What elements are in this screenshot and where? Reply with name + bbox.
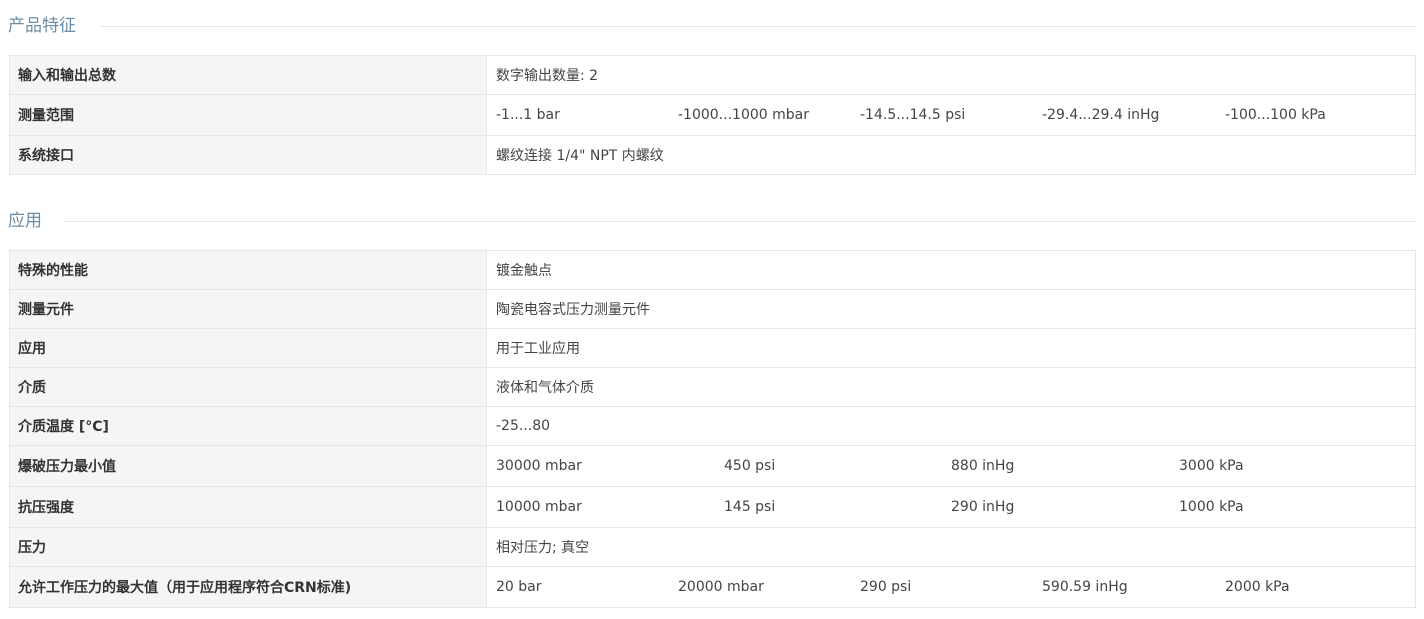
table-row: 输入和输出总数 数字输出数量: 2 (9, 55, 1416, 95)
row-label: 测量范围 (9, 94, 487, 136)
section-divider (100, 26, 1416, 27)
row-value-group: -1...1 bar -1000...1000 mbar -14.5...14.… (486, 94, 1416, 136)
row-value: -25...80 (486, 406, 1416, 446)
table-row: 介质 液体和气体介质 (9, 367, 1416, 407)
row-value: 用于工业应用 (486, 328, 1416, 368)
row-label: 允许工作压力的最大值（用于应用程序符合CRN标准) (9, 566, 487, 608)
table-row: 介质温度 [°C] -25...80 (9, 406, 1416, 446)
pressure-resistance-kpa: 1000 kPa (1179, 499, 1244, 515)
max-working-pressure-mbar: 20000 mbar (678, 579, 764, 595)
row-label: 抗压强度 (9, 486, 487, 528)
table-row: 抗压强度 10000 mbar 145 psi 290 inHg 1000 kP… (9, 486, 1416, 528)
row-value: 螺纹连接 1/4" NPT 内螺纹 (486, 135, 1416, 175)
burst-pressure-psi: 450 psi (724, 458, 776, 474)
table-row: 特殊的性能 镀金触点 (9, 250, 1416, 290)
max-working-pressure-kpa: 2000 kPa (1225, 579, 1290, 595)
burst-pressure-inhg: 880 inHg (951, 458, 1015, 474)
section-header: 产品特征 (0, 12, 1424, 40)
row-value: 陶瓷电容式压力测量元件 (486, 289, 1416, 329)
max-working-pressure-inhg: 590.59 inHg (1042, 579, 1128, 595)
table-row: 测量元件 陶瓷电容式压力测量元件 (9, 289, 1416, 329)
row-value-group: 10000 mbar 145 psi 290 inHg 1000 kPa (486, 486, 1416, 528)
table-row: 测量范围 -1...1 bar -1000...1000 mbar -14.5.… (9, 94, 1416, 136)
table-row: 系统接口 螺纹连接 1/4" NPT 内螺纹 (9, 135, 1416, 175)
max-working-pressure-bar: 20 bar (496, 579, 542, 595)
measurement-range-inhg: -29.4...29.4 inHg (1042, 107, 1160, 123)
row-label: 测量元件 (9, 289, 487, 329)
section-title: 产品特征 (8, 12, 94, 40)
row-label: 压力 (9, 527, 487, 567)
max-working-pressure-psi: 290 psi (860, 579, 912, 595)
row-value-group: 30000 mbar 450 psi 880 inHg 3000 kPa (486, 445, 1416, 487)
measurement-range-mbar: -1000...1000 mbar (678, 107, 809, 123)
table-row: 压力 相对压力; 真空 (9, 527, 1416, 567)
row-label: 介质 (9, 367, 487, 407)
row-value: 相对压力; 真空 (486, 527, 1416, 567)
table-row: 爆破压力最小值 30000 mbar 450 psi 880 inHg 3000… (9, 445, 1416, 487)
table-row: 应用 用于工业应用 (9, 328, 1416, 368)
spec-table-product-features: 输入和输出总数 数字输出数量: 2 测量范围 -1...1 bar -1000.… (9, 55, 1416, 175)
row-value: 数字输出数量: 2 (486, 55, 1416, 95)
row-label: 输入和输出总数 (9, 55, 487, 95)
measurement-range-bar: -1...1 bar (496, 107, 560, 123)
row-label: 介质温度 [°C] (9, 406, 487, 446)
row-value: 镀金触点 (486, 250, 1416, 290)
burst-pressure-mbar: 30000 mbar (496, 458, 582, 474)
row-label: 系统接口 (9, 135, 487, 175)
row-label: 爆破压力最小值 (9, 445, 487, 487)
measurement-range-psi: -14.5...14.5 psi (860, 107, 966, 123)
section-title: 应用 (8, 207, 60, 235)
measurement-range-kpa: -100...100 kPa (1225, 107, 1326, 123)
pressure-resistance-psi: 145 psi (724, 499, 776, 515)
row-label: 应用 (9, 328, 487, 368)
pressure-resistance-mbar: 10000 mbar (496, 499, 582, 515)
row-label: 特殊的性能 (9, 250, 487, 290)
pressure-resistance-inhg: 290 inHg (951, 499, 1015, 515)
section-divider (64, 221, 1416, 222)
row-value: 液体和气体介质 (486, 367, 1416, 407)
row-value-group: 20 bar 20000 mbar 290 psi 590.59 inHg 20… (486, 566, 1416, 608)
burst-pressure-kpa: 3000 kPa (1179, 458, 1244, 474)
section-header: 应用 (0, 207, 1424, 235)
table-row: 允许工作压力的最大值（用于应用程序符合CRN标准) 20 bar 20000 m… (9, 566, 1416, 608)
spec-table-application: 特殊的性能 镀金触点 测量元件 陶瓷电容式压力测量元件 应用 用于工业应用 介质… (9, 250, 1416, 608)
